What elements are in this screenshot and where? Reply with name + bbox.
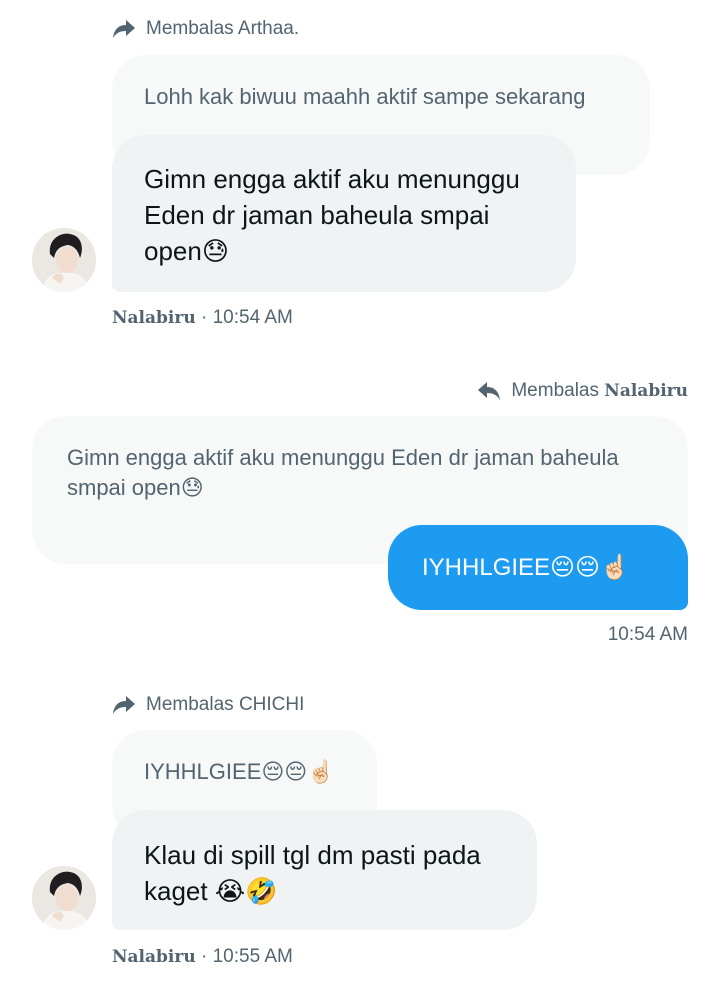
meta-separator: · — [200, 946, 208, 967]
reply-prefix: Membalas — [511, 380, 600, 401]
message-meta: 10:54 AM — [608, 624, 688, 646]
avatar[interactable] — [32, 228, 96, 292]
reply-indicator: Membalas CHICHI — [112, 694, 304, 716]
reply-to-name: Arthaa. — [237, 18, 300, 39]
quoted-text: Gimn engga aktif aku menunggu Eden dr ja… — [67, 445, 619, 500]
message-text: Gimn engga aktif aku menunggu Eden dr ja… — [144, 164, 520, 266]
message-text: IYHHLGIEE😔😔☝🏻 — [422, 553, 630, 581]
timestamp: 10:54 AM — [212, 307, 293, 328]
reply-indicator: Membalas Arthaa. — [112, 18, 299, 40]
reply-forward-icon — [112, 18, 136, 40]
reply-prefix: Membalas — [146, 18, 234, 39]
quoted-text: Lohh kak biwuu maahh aktif sampe sekaran… — [144, 84, 586, 109]
message-bubble[interactable]: Klau di spill tgl dm pasti pada kaget 😭🤣 — [112, 810, 537, 930]
timestamp: 10:54 AM — [607, 624, 688, 645]
avatar-portrait — [32, 228, 96, 292]
message-meta: Nalabiru · 10:55 AM — [112, 946, 293, 968]
reply-forward-icon — [112, 694, 136, 716]
timestamp: 10:55 AM — [212, 946, 293, 967]
reply-to-name: CHICHI — [238, 694, 305, 715]
reply-prefix: Membalas — [146, 694, 234, 715]
reply-back-icon — [477, 380, 501, 402]
quoted-text: IYHHLGIEE😔😔☝🏻 — [144, 759, 335, 784]
sender-name[interactable]: Nalabiru — [112, 947, 196, 967]
avatar-portrait — [32, 866, 96, 930]
reply-indicator: Membalas Nalabiru — [477, 380, 688, 402]
message-text: Klau di spill tgl dm pasti pada kaget 😭🤣 — [144, 840, 481, 906]
avatar[interactable] — [32, 866, 96, 930]
message-meta: Nalabiru · 10:54 AM — [112, 307, 293, 329]
sender-name[interactable]: Nalabiru — [112, 308, 196, 328]
message-bubble-outgoing[interactable]: IYHHLGIEE😔😔☝🏻 — [388, 525, 688, 610]
message-bubble[interactable]: Gimn engga aktif aku menunggu Eden dr ja… — [112, 135, 576, 292]
meta-separator: · — [200, 307, 208, 328]
reply-to-name: Nalabiru — [604, 381, 688, 401]
